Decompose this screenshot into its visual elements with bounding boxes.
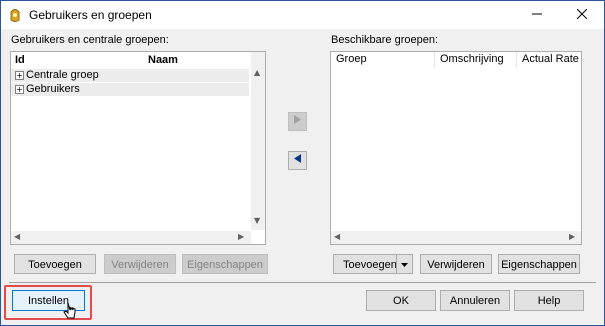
column-header-actual-rate[interactable]: Actual Rate xyxy=(517,52,579,67)
users-groups-label: Gebruikers en centrale groepen: xyxy=(11,34,169,46)
vertical-scrollbar[interactable]: ▲ ▼ xyxy=(251,52,265,230)
scroll-right-icon[interactable]: ▶ xyxy=(238,232,244,242)
triangle-left-icon xyxy=(294,154,301,166)
split-divider xyxy=(396,255,397,273)
scroll-up-icon[interactable]: ▲ xyxy=(254,68,260,78)
separator xyxy=(9,282,596,283)
scroll-down-icon[interactable]: ▼ xyxy=(254,216,260,226)
tree-row-users[interactable]: + Gebruikers xyxy=(11,83,249,96)
minimize-button[interactable] xyxy=(515,1,559,29)
available-groups-list[interactable]: Groep Omschrijving Actual Rate ◀ ▶ xyxy=(330,51,582,245)
cancel-button[interactable]: Annuleren xyxy=(440,290,510,311)
tree-row-label: Centrale groep xyxy=(26,69,99,81)
remove-button[interactable]: Verwijderen xyxy=(104,254,176,274)
properties-button[interactable]: Eigenschappen xyxy=(182,254,268,274)
scroll-left-icon[interactable]: ◀ xyxy=(334,232,340,242)
expand-icon[interactable]: + xyxy=(15,71,24,80)
close-icon xyxy=(576,8,588,22)
users-groups-tree[interactable]: Id Naam + Centrale groep + Gebruikers ▲ … xyxy=(10,51,266,245)
horizontal-scrollbar[interactable]: ◀ ▶ xyxy=(331,231,581,244)
column-header-description[interactable]: Omschrijving xyxy=(435,52,517,67)
mouse-pointer-icon xyxy=(63,302,77,323)
tree-row-central-group[interactable]: + Centrale groep xyxy=(11,69,249,82)
window-title: Gebruikers en groepen xyxy=(29,8,152,22)
scroll-left-icon[interactable]: ◀ xyxy=(14,232,20,242)
scroll-right-icon[interactable]: ▶ xyxy=(569,232,575,242)
column-header-name[interactable]: Naam xyxy=(148,52,178,68)
triangle-right-icon xyxy=(294,115,301,127)
tree-row-label: Gebruikers xyxy=(26,83,80,95)
highlight-box xyxy=(4,285,92,320)
help-button[interactable]: Help xyxy=(514,290,584,311)
move-left-button[interactable] xyxy=(288,151,307,170)
move-right-button[interactable] xyxy=(288,112,307,131)
remove-button[interactable]: Verwijderen xyxy=(420,254,492,274)
column-header-group[interactable]: Groep xyxy=(331,52,435,67)
available-groups-label: Beschikbare groepen: xyxy=(331,34,439,46)
minimize-icon xyxy=(532,9,542,22)
properties-button[interactable]: Eigenschappen xyxy=(498,254,580,274)
app-icon xyxy=(8,7,22,23)
add-button-label: Toevoegen xyxy=(343,259,397,271)
ok-button[interactable]: OK xyxy=(366,290,436,311)
expand-icon[interactable]: + xyxy=(15,85,24,94)
add-button[interactable]: Toevoegen xyxy=(14,254,96,274)
chevron-down-icon[interactable] xyxy=(400,255,409,280)
title-bar: Gebruikers en groepen xyxy=(1,1,604,29)
close-button[interactable] xyxy=(560,1,604,29)
horizontal-scrollbar[interactable]: ◀ ▶ xyxy=(11,231,251,244)
dialog-window: Gebruikers en groepen Gebruikers en cent… xyxy=(0,0,605,326)
add-split-button[interactable]: Toevoegen xyxy=(333,254,413,274)
column-header-id[interactable]: Id xyxy=(15,52,25,68)
